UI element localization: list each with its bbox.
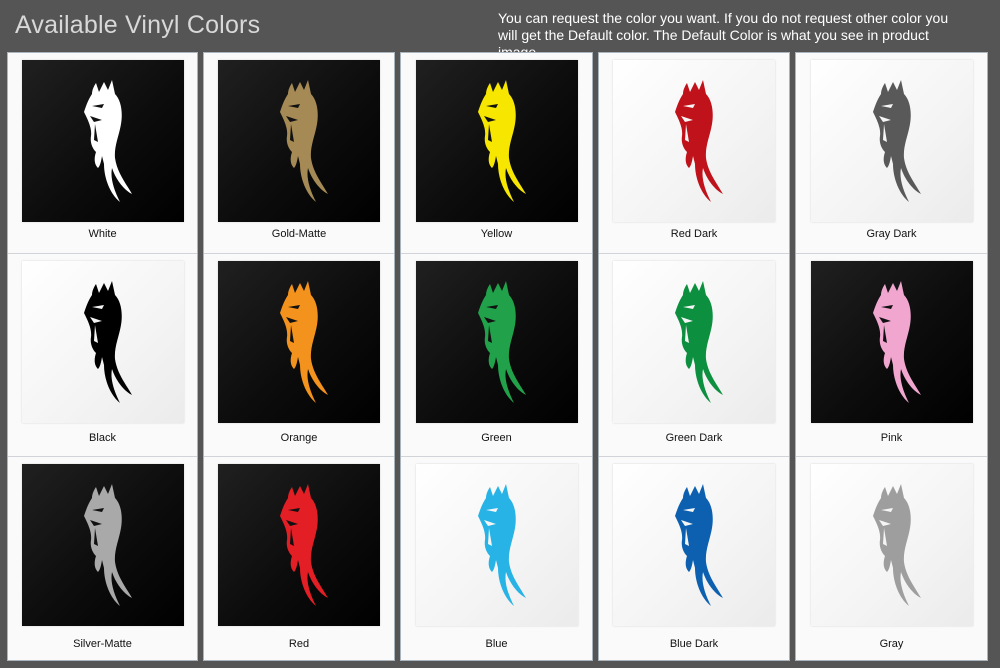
page-title: Available Vinyl Colors (15, 11, 261, 39)
swatch-image (416, 261, 578, 423)
color-label: Green (481, 432, 512, 444)
color-swatch-card: Gray (796, 457, 987, 662)
swatch-image (613, 261, 775, 423)
horse-head-icon (478, 281, 526, 403)
color-swatch-card: Black (8, 254, 197, 457)
color-column: Yellow Green Blue (400, 52, 593, 661)
color-grid: White Black Silver-Matte Gold-Matte Orange Re… (0, 52, 1000, 668)
color-label: Blue (485, 638, 508, 650)
color-label: Gold-Matte (271, 228, 327, 240)
swatch-image (416, 464, 578, 626)
color-column: Red Dark Green Dark Blue Dark (598, 52, 790, 661)
horse-head-icon (675, 484, 723, 606)
color-swatch-card: Orange (204, 254, 394, 457)
horse-head-icon (478, 80, 526, 202)
color-label: Red (288, 638, 310, 650)
horse-head-icon (873, 80, 921, 202)
swatch-image (22, 60, 184, 222)
color-swatch-card: Green (401, 254, 592, 457)
horse-head-icon (478, 484, 526, 606)
color-column: Gold-Matte Orange Red (203, 52, 395, 661)
swatch-image (22, 464, 184, 626)
color-swatch-card: Silver-Matte (8, 457, 197, 662)
horse-head-icon (280, 484, 328, 606)
color-label: Gray Dark (866, 228, 917, 240)
horse-head-icon (84, 80, 132, 202)
color-column: Gray Dark Pink Gray (795, 52, 988, 661)
color-swatch-card: Blue (401, 457, 592, 662)
color-swatch-card: Pink (796, 254, 987, 457)
swatch-image (613, 464, 775, 626)
color-label: Gray (879, 638, 904, 650)
color-label: Yellow (480, 228, 513, 240)
swatch-image (613, 60, 775, 222)
color-swatch-card: Yellow (401, 53, 592, 254)
color-swatch-card: Gray Dark (796, 53, 987, 254)
color-column: White Black Silver-Matte (7, 52, 198, 661)
horse-head-icon (873, 281, 921, 403)
color-label: Red Dark (670, 228, 718, 240)
color-label: Silver-Matte (73, 638, 132, 650)
horse-head-icon (280, 281, 328, 403)
swatch-image (218, 464, 380, 626)
swatch-image (218, 60, 380, 222)
horse-head-icon (280, 80, 328, 202)
color-swatch-card: Green Dark (599, 254, 789, 457)
swatch-image (811, 464, 973, 626)
swatch-image (218, 261, 380, 423)
horse-head-icon (84, 281, 132, 403)
header: Available Vinyl Colors You can request t… (0, 0, 1000, 60)
horse-head-icon (675, 281, 723, 403)
color-swatch-card: White (8, 53, 197, 254)
color-label: Green Dark (665, 432, 723, 444)
swatch-image (811, 60, 973, 222)
color-swatch-card: Gold-Matte (204, 53, 394, 254)
color-label: Pink (880, 432, 903, 444)
color-label: Black (89, 432, 116, 444)
horse-head-icon (675, 80, 723, 202)
horse-head-icon (84, 484, 132, 606)
swatch-image (811, 261, 973, 423)
color-label: Orange (280, 432, 318, 444)
color-swatch-card: Red Dark (599, 53, 789, 254)
horse-head-icon (873, 484, 921, 606)
color-swatch-card: Red (204, 457, 394, 662)
color-label: White (88, 228, 117, 240)
color-label: Blue Dark (669, 638, 719, 650)
swatch-image (22, 261, 184, 423)
swatch-image (416, 60, 578, 222)
color-swatch-card: Blue Dark (599, 457, 789, 662)
